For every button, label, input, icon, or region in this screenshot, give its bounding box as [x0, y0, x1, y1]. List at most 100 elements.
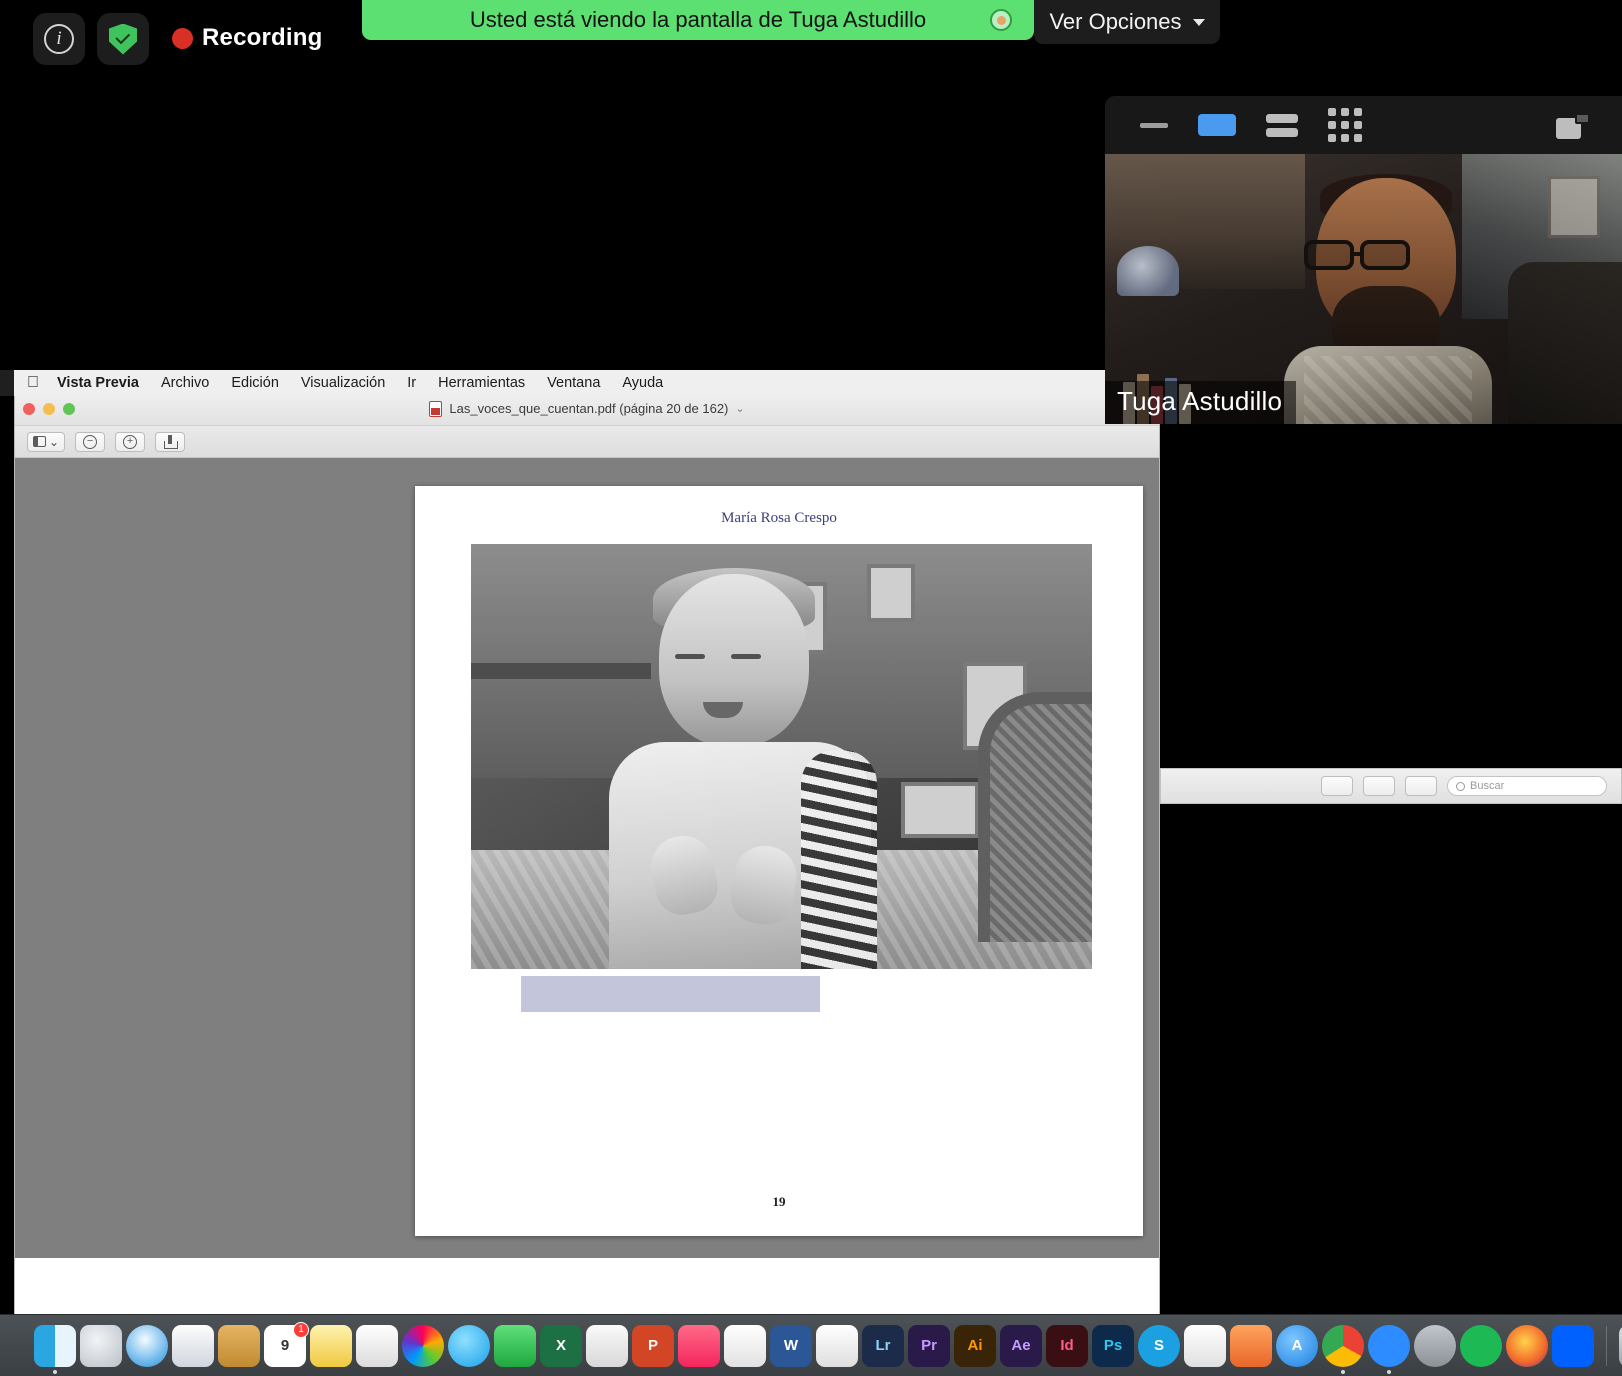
pdf-page-number: 19 — [772, 1194, 786, 1209]
dock-item-safari[interactable] — [126, 1324, 168, 1367]
menu-item-visualizacion[interactable]: Visualización — [290, 375, 396, 391]
search-icon — [1456, 781, 1465, 791]
sidebar-toggle-button[interactable]: ⌄ — [27, 431, 66, 452]
dock-item-facetime[interactable] — [494, 1324, 536, 1367]
dock-item-contacts[interactable] — [218, 1324, 260, 1367]
menu-item-edicion[interactable]: Edición — [220, 375, 290, 391]
menu-item-vista-previa[interactable]: Vista Previa — [46, 375, 150, 391]
dock-item-powerpoint[interactable]: P — [632, 1324, 674, 1367]
dock-item-mail[interactable] — [172, 1324, 214, 1367]
dock-item-text-editor[interactable] — [816, 1324, 858, 1367]
indesign-label: Id — [1060, 1337, 1074, 1354]
dock-item-pages[interactable] — [724, 1324, 766, 1367]
zoom-in-button[interactable]: + — [115, 431, 146, 452]
dock-item-lightroom[interactable]: Lr — [862, 1324, 904, 1367]
dock-item-premiere-pro[interactable]: Pr — [908, 1324, 950, 1367]
dock-item-after-effects[interactable]: Ae — [1000, 1324, 1042, 1367]
background-window-button-2[interactable] — [1363, 776, 1395, 796]
dock-item-books[interactable] — [1230, 1324, 1272, 1367]
share-status-icon — [990, 9, 1012, 31]
dock-item-reminders[interactable] — [356, 1324, 398, 1367]
background-window-search-field[interactable]: Buscar — [1447, 776, 1607, 796]
stacked-view-icon[interactable] — [1266, 113, 1298, 137]
pdf-photograph — [471, 544, 1092, 969]
background-window-toolbar[interactable]: Buscar — [1160, 768, 1622, 804]
dock-item-notes[interactable] — [310, 1324, 352, 1367]
minimize-button[interactable] — [43, 403, 55, 415]
dock-item-excel[interactable]: X — [540, 1324, 582, 1367]
pdf-canvas[interactable]: María Rosa Crespo 19 — [15, 458, 1159, 1258]
preview-toolbar: ⌄ − + — [15, 426, 1159, 458]
chevron-down-icon[interactable]: ⌄ — [735, 402, 744, 415]
screen-share-banner: Usted está viendo la pantalla de Tuga As… — [362, 0, 1034, 40]
dock-item-firefox[interactable] — [1506, 1324, 1548, 1367]
dock-item-acrobat-reader[interactable] — [1184, 1324, 1226, 1367]
dock-item-spotify[interactable] — [1460, 1324, 1502, 1367]
word-label: W — [783, 1337, 799, 1354]
menu-item-herramientas[interactable]: Herramientas — [427, 375, 536, 391]
preview-window: Las_voces_que_cuentan.pdf (página 20 de … — [14, 392, 1160, 1376]
menu-item-ir[interactable]: Ir — [396, 375, 427, 391]
dock-item-dropbox[interactable] — [1552, 1324, 1594, 1367]
dock-item-messages[interactable] — [448, 1324, 490, 1367]
dock-item-music[interactable] — [678, 1324, 720, 1367]
view-options-dropdown[interactable]: Ver Opciones — [1034, 0, 1220, 44]
pdf-page: María Rosa Crespo 19 — [415, 486, 1143, 1236]
photoshop-label: Ps — [1103, 1337, 1123, 1354]
after-effects-label: Ae — [1011, 1337, 1031, 1354]
dock-item-settings[interactable] — [1414, 1324, 1456, 1367]
maximize-button[interactable] — [63, 403, 75, 415]
dock-item-app-store[interactable]: A — [1276, 1324, 1318, 1367]
illustrator-label: Ai — [967, 1337, 983, 1354]
search-placeholder: Buscar — [1470, 780, 1505, 792]
info-icon: i — [44, 24, 74, 54]
close-button[interactable] — [23, 403, 35, 415]
dock-item-calendar[interactable]: 9 1 — [264, 1321, 309, 1367]
dock-item-launchpad[interactable] — [80, 1324, 122, 1367]
participant-video-feed[interactable]: Tuga Astudillo — [1105, 154, 1622, 424]
powerpoint-label: P — [647, 1337, 658, 1354]
background-window-button-3[interactable] — [1405, 776, 1437, 796]
zoom-out-button[interactable]: − — [75, 431, 106, 452]
lightroom-label: Lr — [875, 1337, 891, 1354]
macos-dock[interactable]: 9 1 X P W Lr Pr Ai Ae Id Ps S A — [0, 1314, 1622, 1376]
dock-item-word[interactable]: W — [770, 1324, 812, 1367]
dock-item-photos[interactable] — [402, 1324, 444, 1367]
dock-item-indesign[interactable]: Id — [1046, 1324, 1088, 1367]
sidebar-chevron-icon: ⌄ — [49, 434, 60, 449]
window-title-bar[interactable]: Las_voces_que_cuentan.pdf (página 20 de … — [15, 392, 1159, 426]
background-window-button-1[interactable] — [1321, 776, 1353, 796]
meeting-info-button[interactable]: i — [33, 13, 85, 65]
zoom-view-toolbar — [1105, 96, 1622, 154]
dock-separator — [1606, 1325, 1607, 1366]
dock-item-illustrator[interactable]: Ai — [954, 1324, 996, 1367]
share-button[interactable] — [155, 431, 186, 452]
menu-item-ventana[interactable]: Ventana — [536, 375, 611, 391]
dock-item-finder[interactable] — [34, 1324, 76, 1374]
menu-item-ayuda[interactable]: Ayuda — [611, 375, 674, 391]
zoom-in-icon: + — [123, 434, 138, 449]
document-title[interactable]: Las_voces_que_cuentan.pdf (página 20 de … — [429, 400, 745, 417]
dock-item-skype[interactable]: S — [1138, 1324, 1180, 1367]
dock-item-photoshop[interactable]: Ps — [1092, 1324, 1134, 1367]
encryption-shield-button[interactable] — [97, 13, 149, 65]
sidebar-icon — [33, 436, 46, 447]
window-traffic-lights[interactable] — [23, 403, 75, 415]
skype-label: S — [1153, 1337, 1164, 1354]
screen-share-text: Usted está viendo la pantalla de Tuga As… — [469, 7, 927, 32]
pdf-file-icon — [429, 400, 443, 417]
shield-check-icon — [109, 23, 137, 55]
recording-label: Recording — [202, 24, 323, 51]
speaker-view-icon[interactable] — [1198, 114, 1236, 136]
dock-item-zoom[interactable] — [1368, 1324, 1410, 1374]
gallery-view-icon[interactable] — [1328, 108, 1362, 142]
apple-menu-icon[interactable]:  — [20, 375, 46, 391]
picture-in-picture-icon[interactable] — [1556, 113, 1590, 139]
minimize-icon[interactable] — [1140, 122, 1168, 128]
app-store-label: A — [1291, 1337, 1303, 1354]
share-icon — [164, 434, 179, 449]
dock-item-powerpoint-alt[interactable] — [586, 1324, 628, 1367]
dock-item-chrome[interactable] — [1322, 1324, 1364, 1374]
menu-item-archivo[interactable]: Archivo — [150, 375, 220, 391]
document-title-text: Las_voces_que_cuentan.pdf (página 20 de … — [449, 401, 729, 416]
